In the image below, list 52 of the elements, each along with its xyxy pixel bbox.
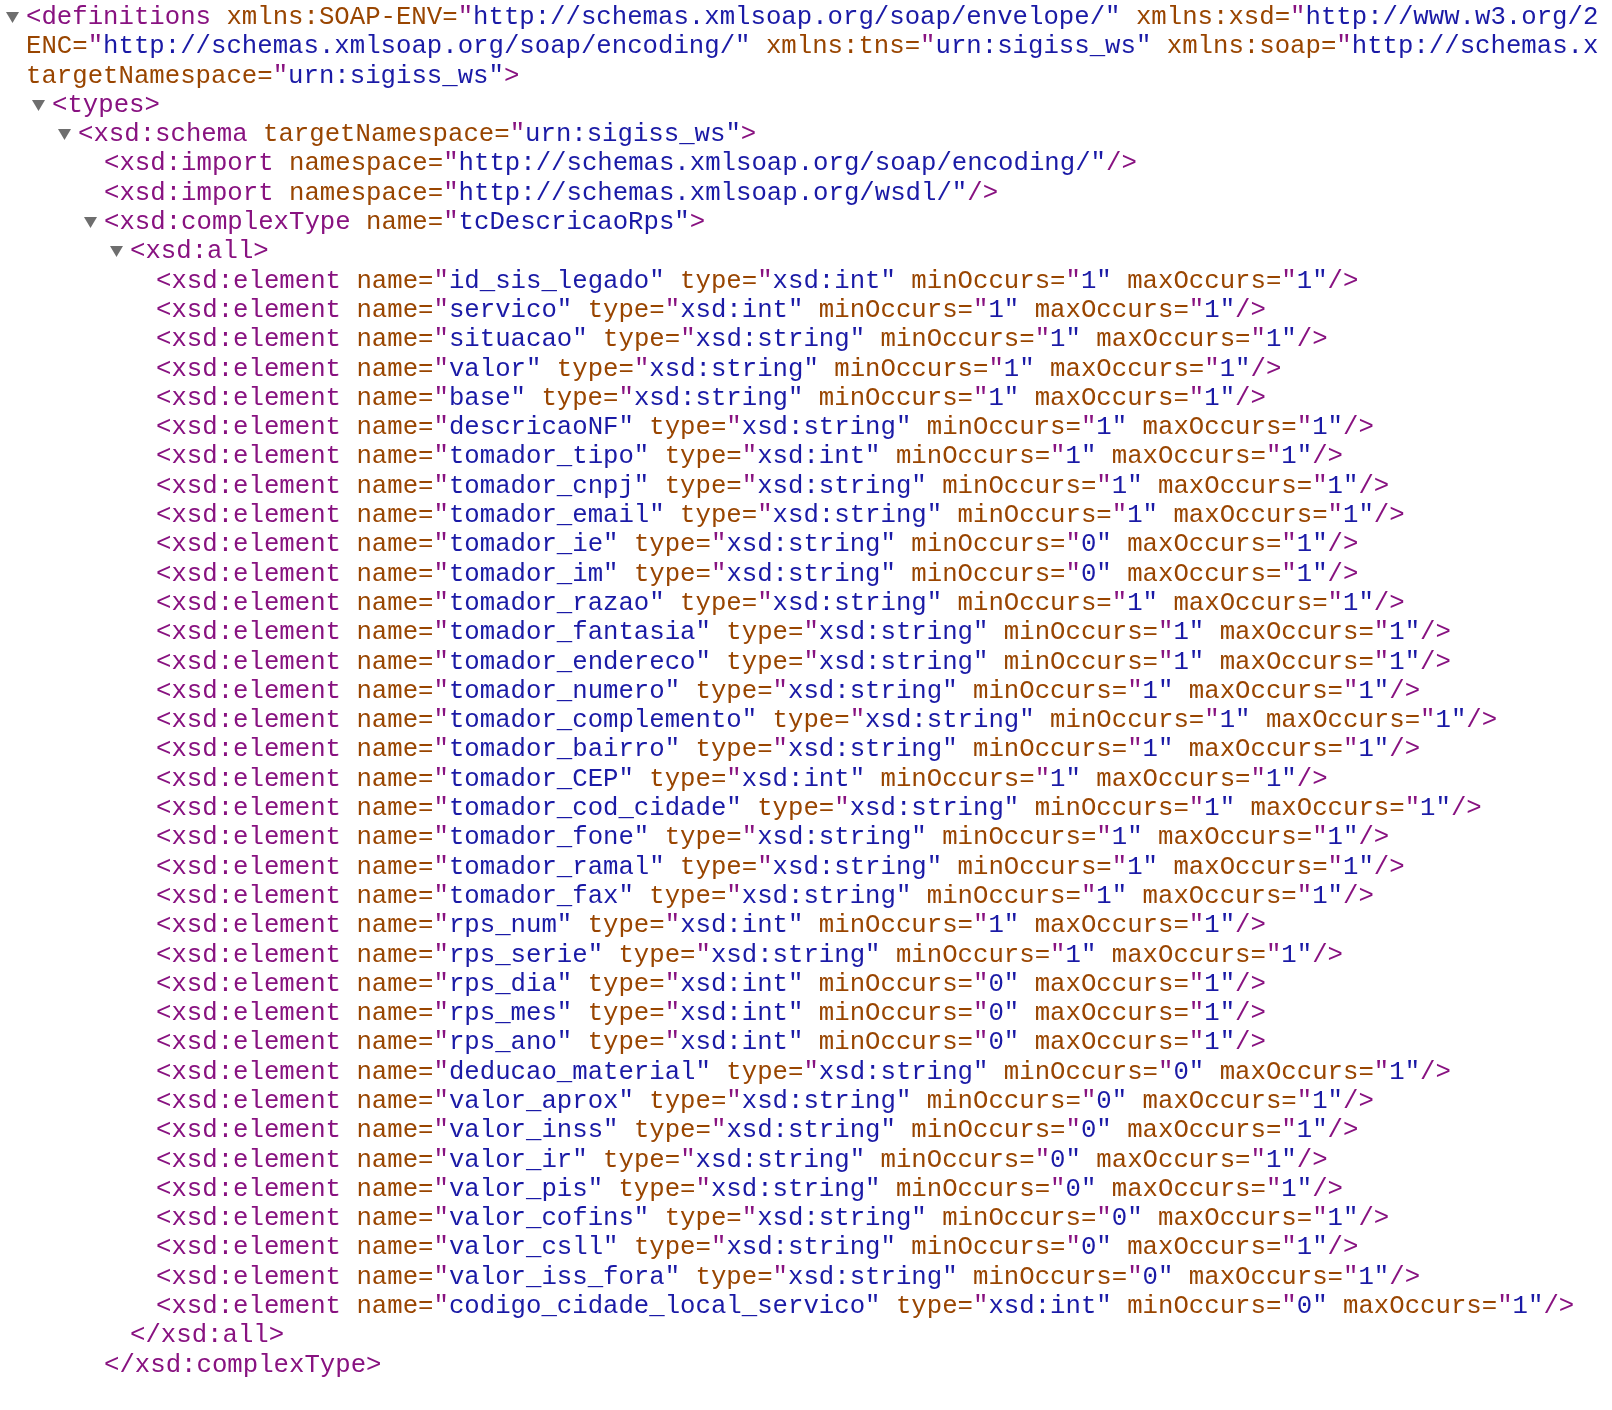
xml-code-line: <xsd:schema targetNamespace="urn:sigiss_ws"> [78, 120, 757, 150]
xml-code-line: <xsd:element name="deducao_material" type="xsd:string" minOccurs="0" maxOccurs="1"/> [156, 1057, 1451, 1087]
xml-code-line: <xsd:import namespace="http://schemas.xmlsoap.org/soap/encoding/"/> [104, 149, 1137, 179]
xml-code-line: <xsd:element name="valor_ir" type="xsd:string" minOccurs="0" maxOccurs="1"/> [156, 1145, 1328, 1175]
xml-code-line: ENC="http://schemas.xmlsoap.org/soap/encoding/" xmlns:tns="urn:sigiss_ws" xmlns:soap="http://schemas.x [26, 32, 1599, 62]
xml-code-line: <xsd:element name="rps_ano" type="xsd:int" minOccurs="0" maxOccurs="1"/> [156, 1028, 1266, 1058]
xml-code-line: <xsd:element name="rps_mes" type="xsd:int" minOccurs="0" maxOccurs="1"/> [156, 999, 1266, 1029]
xml-code-line: <xsd:element name="valor_iss_fora" type="xsd:string" minOccurs="0" maxOccurs="1"/> [156, 1262, 1421, 1293]
xml-code-line: <xsd:element name="tomador_ie" type="xsd:string" minOccurs="0" maxOccurs="1"/> [156, 530, 1359, 560]
xml-code-line: <xsd:element name="tomador_fantasia" type="xsd:string" minOccurs="1" maxOccurs="1"/> [156, 618, 1451, 648]
disclosure-triangle-icon[interactable] [84, 216, 97, 229]
xml-code-line: <xsd:element name="descricaoNF" type="xsd:string" minOccurs="1" maxOccurs="1"/> [156, 413, 1374, 443]
xml-code-line: <xsd:element name="tomador_fax" type="xsd:string" minOccurs="1" maxOccurs="1"/> [156, 881, 1374, 912]
xml-code-line: <xsd:element name="rps_serie" type="xsd:string" minOccurs="1" maxOccurs="1"/> [156, 940, 1344, 970]
xml-code-line: <xsd:element name="tomador_ramal" type="xsd:string" minOccurs="1" maxOccurs="1"/> [156, 852, 1405, 882]
xml-code-line: <xsd:element name="tomador_numero" type="xsd:string" minOccurs="1" maxOccurs="1"/> [156, 676, 1421, 707]
xml-code-line: <xsd:element name="tomador_email" type="xsd:string" minOccurs="1" maxOccurs="1"/> [156, 501, 1405, 531]
xml-code-line: <xsd:element name="valor_pis" type="xsd:string" minOccurs="0" maxOccurs="1"/> [156, 1174, 1344, 1205]
xml-code-line: <xsd:element name="valor_inss" type="xsd:string" minOccurs="0" maxOccurs="1"/> [156, 1116, 1359, 1146]
xml-code-line: <xsd:element name="situacao" type="xsd:string" minOccurs="1" maxOccurs="1"/> [156, 325, 1328, 355]
xml-code-line: <xsd:element name="id_sis_legado" type="xsd:int" minOccurs="1" maxOccurs="1"/> [156, 266, 1359, 296]
xml-code-line: <xsd:complexType name="tcDescricaoRps"> [104, 208, 706, 238]
xml-code-line: <xsd:element name="tomador_fone" type="xsd:string" minOccurs="1" maxOccurs="1"/> [156, 823, 1390, 853]
xml-code-line: </xsd:complexType> [104, 1350, 382, 1380]
xml-code-line: <xsd:element name="valor_cofins" type="xsd:string" minOccurs="0" maxOccurs="1"/> [156, 1204, 1390, 1234]
xml-code-line: <xsd:element name="tomador_bairro" type="xsd:string" minOccurs="1" maxOccurs="1"/> [156, 735, 1421, 765]
xml-code-line: <xsd:element name="tomador_razao" type="xsd:string" minOccurs="1" maxOccurs="1"/> [156, 588, 1405, 619]
xml-code-line: <xsd:element name="rps_dia" type="xsd:int" minOccurs="0" maxOccurs="1"/> [156, 969, 1266, 1000]
xml-code-line: <xsd:element name="tomador_complemento" type="xsd:string" minOccurs="1" maxOccurs="1"/> [156, 706, 1498, 736]
xml-code-line: <xsd:element name="rps_num" type="xsd:int" minOccurs="1" maxOccurs="1"/> [156, 911, 1266, 941]
xml-code-line: <xsd:element name="valor_aprox" type="xsd:string" minOccurs="0" maxOccurs="1"/> [156, 1087, 1374, 1117]
xml-code-line: <xsd:element name="tomador_CEP" type="xsd:int" minOccurs="1" maxOccurs="1"/> [156, 764, 1328, 794]
xml-code-line: <xsd:element name="tomador_endereco" type="xsd:string" minOccurs="1" maxOccurs="1"/> [156, 647, 1451, 677]
xml-code-line: <xsd:element name="tomador_cnpj" type="xsd:string" minOccurs="1" maxOccurs="1"/> [156, 471, 1390, 502]
xml-code-line: </xsd:all> [130, 1321, 285, 1351]
xml-code-line: <types> [52, 90, 160, 121]
xml-code-line: <xsd:element name="valor" type="xsd:string" minOccurs="1" maxOccurs="1"/> [156, 354, 1282, 384]
disclosure-triangle-icon[interactable] [110, 246, 123, 258]
xml-code-line: <xsd:element name="valor_csll" type="xsd:string" minOccurs="0" maxOccurs="1"/> [156, 1233, 1359, 1263]
disclosure-triangle-icon[interactable] [58, 128, 71, 141]
xml-code-line: <xsd:element name="tomador_im" type="xsd:string" minOccurs="0" maxOccurs="1"/> [156, 559, 1359, 589]
xml-code-line: <xsd:all> [130, 237, 269, 267]
disclosure-triangle-icon[interactable] [6, 11, 19, 24]
xml-code-line: <xsd:element name="codigo_cidade_local_servico" type="xsd:int" minOccurs="0" maxOccurs="1"/> [156, 1292, 1575, 1322]
xml-code-line: <xsd:element name="base" type="xsd:string" minOccurs="1" maxOccurs="1"/> [156, 383, 1266, 414]
xml-code-line: targetNamespace="urn:sigiss_ws"> [26, 61, 520, 91]
disclosure-triangle-icon[interactable] [32, 99, 45, 112]
xml-code-line: <xsd:element name="tomador_tipo" type="xsd:int" minOccurs="1" maxOccurs="1"/> [156, 442, 1344, 472]
xml-code-line: <xsd:import namespace="http://schemas.xmlsoap.org/wsdl/"/> [104, 178, 999, 209]
xml-code-line: <xsd:element name="servico" type="xsd:int" minOccurs="1" maxOccurs="1"/> [156, 295, 1266, 326]
xml-code-line: <xsd:element name="tomador_cod_cidade" type="xsd:string" minOccurs="1" maxOccurs="1"/> [156, 794, 1482, 824]
xml-code-line: <definitions xmlns:SOAP-ENV="http://schemas.xmlsoap.org/soap/envelope/" xmlns:xsd="http://www.w3.org/2 [26, 3, 1599, 33]
